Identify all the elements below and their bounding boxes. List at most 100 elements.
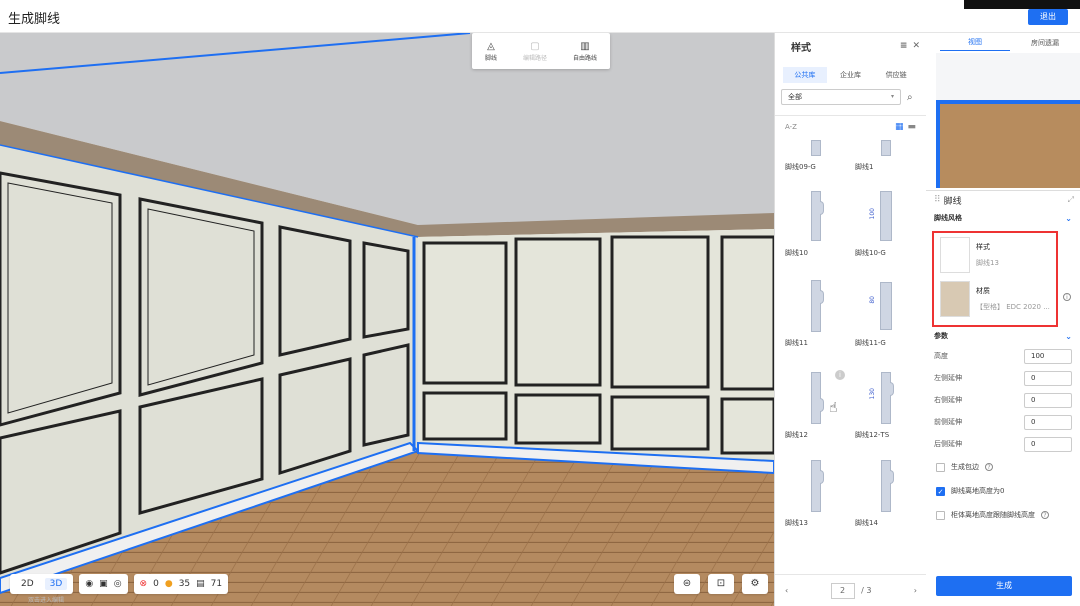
card-label: 脚线13: [785, 519, 808, 527]
style-panel-title: 样式: [791, 42, 811, 54]
exit-button[interactable]: 退出: [1028, 9, 1068, 25]
style-panel: 样式 ≡ ✕ 公共库 企业库 供应链 全部 ▾ ⌕ A-Z ▦ ▬ 脚线09-G…: [774, 33, 927, 606]
baseboard-properties: ⠿ 脚线 ⤢ 脚线风格 ⌄ 样式 脚线13 材质 【型格】 EDC 2020 .…: [926, 190, 1080, 606]
cube-icon[interactable]: ▣: [99, 579, 108, 589]
dim-label: 130: [869, 388, 876, 400]
next-page-icon[interactable]: ›: [914, 586, 917, 595]
style-card[interactable]: 80 脚线11-G: [855, 278, 917, 348]
3d-viewport[interactable]: ◬ 脚线 ▢ 编辑路径 ▥ 自由路线 双击进入编辑: [0, 33, 774, 606]
top-right-block: [964, 0, 1080, 9]
toggle-icon[interactable]: ⊜: [674, 574, 700, 594]
dim-label: 80: [869, 296, 876, 304]
left-extend-input[interactable]: 0: [1024, 370, 1072, 386]
material-item-title: 材质: [976, 287, 990, 295]
card-thumb: 100: [855, 188, 917, 244]
app-title: 生成脚线: [8, 12, 61, 27]
view-controls: 2D 3D ◉ ▣ ◎ ⊗ 0 ● 35 ▤ 71: [10, 574, 229, 594]
checkbox[interactable]: [936, 510, 945, 520]
style-card[interactable]: 脚线09-G: [785, 138, 847, 172]
tab-enterprise[interactable]: 企业库: [829, 67, 873, 83]
section-style[interactable]: 脚线风格 ⌄: [926, 209, 1080, 227]
minimap-floor[interactable]: [936, 100, 1080, 188]
props-header: ⠿ 脚线 ⤢: [926, 191, 1080, 209]
tab-public[interactable]: 公共库: [783, 67, 827, 83]
help-icon[interactable]: ?: [985, 463, 993, 471]
info-icon[interactable]: i: [835, 370, 845, 380]
tool-edit-path[interactable]: ▢ 编辑路径: [523, 41, 547, 62]
card-thumb: 80: [855, 278, 917, 334]
room-render: [0, 33, 774, 606]
style-card[interactable]: 脚线14: [855, 458, 917, 528]
library-tabs: 公共库 企业库 供应链: [775, 59, 926, 83]
expand-icon[interactable]: ⤢: [1068, 195, 1074, 205]
height-input[interactable]: 100: [1024, 348, 1072, 364]
eye-icon[interactable]: ◉: [85, 579, 93, 589]
tab-view[interactable]: 视图: [940, 35, 1010, 51]
tool-custom-path[interactable]: ▥ 自由路线: [573, 41, 597, 62]
check-zero-height[interactable]: ✓ 脚线离地高度为0: [926, 479, 1080, 503]
prev-page-icon[interactable]: ‹: [785, 586, 788, 595]
generate-button[interactable]: 生成: [936, 576, 1072, 596]
mode-2d-button[interactable]: 2D: [16, 578, 39, 590]
baseboard-icon: ◬: [487, 40, 495, 52]
tool-baseboard[interactable]: ◬ 脚线: [485, 41, 497, 62]
top-bar: 生成脚线 退出: [0, 0, 1080, 33]
help-icon[interactable]: ?: [1041, 511, 1049, 519]
check-label: 生成包边: [951, 463, 979, 471]
close-icon[interactable]: ✕: [912, 41, 920, 51]
material-thumb: [940, 281, 970, 317]
pagination: ‹ 2 / 3 ›: [775, 574, 927, 606]
page-input[interactable]: 2: [830, 582, 855, 599]
chevron-down-icon: ⌄: [1065, 213, 1072, 223]
folder-icon[interactable]: ▬: [907, 122, 916, 132]
style-panel-header: 样式 ≡ ✕: [775, 33, 926, 59]
item-count: 71: [210, 579, 223, 589]
list-menu-icon[interactable]: ≡: [900, 41, 908, 51]
edit-path-icon: ▢: [530, 40, 540, 52]
check-generate-edge[interactable]: 生成包边?: [926, 455, 1080, 479]
filter-row: 全部 ▾ ⌕: [775, 83, 926, 105]
style-card[interactable]: 脚线13: [785, 458, 847, 528]
page-total: / 3: [861, 585, 872, 595]
style-card[interactable]: 100 脚线10-G: [855, 188, 917, 258]
style-card[interactable]: 130 脚线12-TS: [855, 370, 917, 440]
category-select[interactable]: 全部 ▾: [781, 89, 901, 105]
drag-handle-icon[interactable]: ⠿: [934, 195, 941, 205]
style-item-value: 脚线13: [976, 259, 999, 267]
check-cabinet-follow[interactable]: 柜体离地高度跟随脚线高度?: [926, 503, 1080, 527]
checkbox[interactable]: [936, 462, 945, 472]
front-extend-input[interactable]: 0: [1024, 414, 1072, 430]
checkbox-checked[interactable]: ✓: [936, 486, 945, 496]
settings-icon[interactable]: ⚙: [742, 574, 768, 594]
search-icon[interactable]: ⌕: [907, 92, 913, 103]
compass-icon[interactable]: ◎: [114, 579, 122, 589]
right-extend-input[interactable]: 0: [1024, 392, 1072, 408]
page-indicator: 2 / 3: [830, 582, 872, 599]
style-card[interactable]: 脚线11: [785, 278, 847, 348]
card-label: 脚线12-TS: [855, 431, 890, 439]
param-label: 后侧延伸: [934, 440, 962, 448]
tab-supply[interactable]: 供应链: [874, 67, 918, 83]
material-info-icon[interactable]: i: [1063, 293, 1071, 301]
dim-label: 100: [869, 208, 876, 220]
screenshot-icon[interactable]: ⊡: [708, 574, 734, 594]
tool-label: 脚线: [484, 54, 497, 62]
section-style-label: 脚线风格: [934, 214, 962, 222]
status-counters[interactable]: ⊗ 0 ● 35 ▤ 71: [133, 574, 229, 594]
material-item[interactable]: 材质 【型格】 EDC 2020 ...: [936, 277, 1050, 321]
grid-view-icon[interactable]: ▦: [895, 122, 904, 132]
mode-3d-button[interactable]: 3D: [44, 578, 68, 590]
style-card[interactable]: i ☝ 脚线12: [785, 370, 847, 440]
style-card[interactable]: 脚线1: [855, 138, 917, 172]
back-extend-input[interactable]: 0: [1024, 436, 1072, 452]
view-tools-right: ⊜ ⊡ ⚙: [674, 574, 768, 594]
category-value: 全部: [788, 93, 802, 101]
tool-label: 编辑路径: [522, 54, 547, 62]
style-card[interactable]: 脚线10: [785, 188, 847, 258]
card-thumb: [855, 458, 917, 514]
sort-label[interactable]: A-Z: [785, 123, 797, 131]
section-params[interactable]: 参数 ⌄: [926, 327, 1080, 345]
error-icon: ⊗: [139, 579, 148, 589]
style-item[interactable]: 样式 脚线13: [936, 233, 1050, 277]
tab-room-check[interactable]: 房间遗漏: [1010, 38, 1080, 48]
